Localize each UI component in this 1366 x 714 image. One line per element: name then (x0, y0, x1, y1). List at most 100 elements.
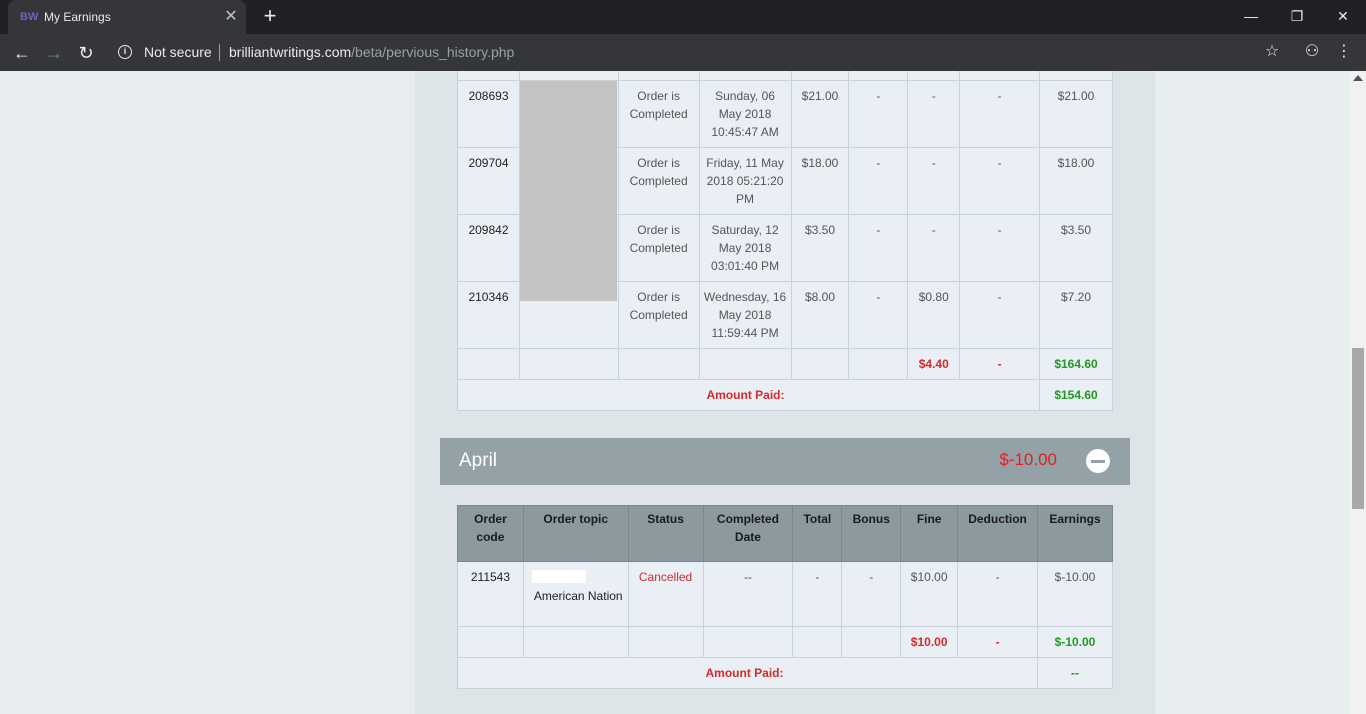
order-status: Order is Completed (617, 80, 700, 148)
order-topic-image-placeholder (520, 81, 617, 301)
order-bonus: - (848, 147, 909, 215)
menu-icon[interactable]: ⋮ (1332, 40, 1356, 64)
total-deduction: - (959, 348, 1041, 380)
order-code: 210346 (457, 281, 520, 349)
total-fine: $4.40 (907, 348, 961, 380)
url-text[interactable]: brilliantwritings.com/beta/pervious_hist… (229, 44, 514, 60)
tab-title: My Earnings (44, 10, 111, 24)
header-total: Total (792, 505, 843, 562)
total-earnings: $164.60 (1039, 348, 1113, 380)
amount-paid-row: Amount Paid: -- (456, 657, 1113, 689)
order-earnings: $7.20 (1039, 281, 1113, 349)
header-bonus: Bonus (841, 505, 902, 562)
restore-icon[interactable]: ❐ (1274, 0, 1320, 34)
total-fine: $10.00 (900, 626, 959, 658)
order-bonus: - (848, 281, 909, 349)
amount-paid-label: Amount Paid: (456, 379, 1041, 411)
order-deduction: - (959, 80, 1041, 148)
completed-date: Friday, 11 May 2018 05:21:20 PM (698, 147, 792, 215)
url-path: /beta/pervious_history.php (351, 44, 515, 60)
order-status: Order is Completed (617, 281, 700, 349)
reload-icon[interactable]: ↻ (73, 40, 99, 66)
order-fine: $10.00 (900, 561, 959, 627)
security-label: Not secure (144, 44, 212, 60)
info-icon[interactable]: i (118, 45, 132, 59)
header-earnings: Earnings (1037, 505, 1113, 562)
order-earnings: $3.50 (1039, 214, 1113, 282)
incognito-icon[interactable]: ⚇ (1300, 40, 1324, 64)
order-deduction: - (959, 214, 1041, 282)
order-earnings: $21.00 (1039, 80, 1113, 148)
bookmark-star-icon[interactable]: ☆ (1260, 40, 1284, 64)
scroll-up-icon[interactable] (1353, 75, 1363, 81)
order-earnings: $18.00 (1039, 147, 1113, 215)
completed-date: Wednesday, 16 May 2018 11:59:44 PM (698, 281, 792, 349)
order-code: 208693 (457, 80, 520, 148)
header-status: Status (627, 505, 704, 562)
header-completed-date: Completed Date (702, 505, 794, 562)
total-deduction: - (957, 626, 1039, 658)
scroll-thumb[interactable] (1352, 348, 1364, 509)
url-host: brilliantwritings.com (229, 44, 352, 60)
back-icon[interactable]: ← (9, 40, 35, 66)
collapse-minus-icon[interactable] (1086, 449, 1110, 473)
amount-paid-label: Amount Paid: (456, 657, 1039, 689)
order-status: Cancelled (627, 561, 704, 627)
order-status: Order is Completed (617, 214, 700, 282)
omnibox-divider (219, 44, 220, 61)
completed-date: -- (702, 561, 794, 627)
order-bonus: - (841, 561, 902, 627)
topic-redaction (531, 570, 586, 583)
order-total: $8.00 (790, 281, 850, 349)
order-code: 211543 (457, 561, 524, 627)
amount-paid-value: -- (1037, 657, 1113, 689)
totals-row: $10.00 - $-10.00 (457, 626, 1113, 658)
april-earnings-table: Order code Order topic Status Completed … (456, 505, 1113, 689)
forward-icon[interactable]: → (41, 40, 67, 66)
amount-paid-row: Amount Paid: $154.60 (456, 379, 1113, 411)
address-bar[interactable]: i Not secure brilliantwritings.com/beta/… (108, 38, 1298, 67)
table-row: 211543 American Nation Cancelled -- - - … (457, 561, 1113, 627)
order-code: 209704 (457, 147, 520, 215)
month-total: $-10.00 (999, 450, 1057, 469)
order-topic-cell: American Nation (522, 561, 629, 627)
order-total: $3.50 (790, 214, 850, 282)
order-total: - (792, 561, 843, 627)
order-total: $18.00 (790, 147, 850, 215)
table-row (457, 71, 1113, 81)
completed-date: Sunday, 06 May 2018 10:45:47 AM (698, 80, 792, 148)
header-deduction: Deduction (957, 505, 1039, 562)
order-deduction: - (959, 281, 1041, 349)
minimize-icon[interactable]: — (1228, 0, 1274, 34)
browser-tab[interactable]: BW My Earnings ✕ (8, 0, 246, 34)
order-bonus: - (848, 214, 909, 282)
order-code: 209842 (457, 214, 520, 282)
order-deduction: - (957, 561, 1039, 627)
order-fine: - (907, 214, 961, 282)
new-tab-button[interactable]: + (259, 5, 281, 27)
close-tab-icon[interactable]: ✕ (222, 8, 240, 26)
order-total: $21.00 (790, 80, 850, 148)
table-header-row: Order code Order topic Status Completed … (457, 505, 1113, 562)
page-viewport: 208693 Order is Completed Sunday, 06 May… (0, 71, 1350, 714)
order-fine: - (907, 80, 961, 148)
order-status: Order is Completed (617, 147, 700, 215)
order-topic: American Nation (533, 589, 623, 603)
month-name: April (459, 450, 498, 471)
totals-row: $4.40 - $164.60 (457, 348, 1113, 380)
order-deduction: - (959, 147, 1041, 215)
amount-paid-value: $154.60 (1039, 379, 1113, 411)
header-order-topic: Order topic (522, 505, 629, 562)
tab-strip: BW My Earnings ✕ + — ❐ ✕ (0, 0, 1366, 34)
site-favicon-icon: BW (20, 11, 39, 23)
total-earnings: $-10.00 (1037, 626, 1113, 658)
order-fine: $0.80 (907, 281, 961, 349)
order-fine: - (907, 147, 961, 215)
month-header-april[interactable]: April $-10.00 (440, 438, 1130, 485)
window-close-icon[interactable]: ✕ (1320, 0, 1366, 34)
browser-toolbar: ← → ↻ i Not secure brilliantwritings.com… (0, 34, 1366, 71)
completed-date: Saturday, 12 May 2018 03:01:40 PM (698, 214, 792, 282)
order-bonus: - (848, 80, 909, 148)
page-scrollbar[interactable] (1350, 71, 1366, 714)
header-fine: Fine (900, 505, 959, 562)
